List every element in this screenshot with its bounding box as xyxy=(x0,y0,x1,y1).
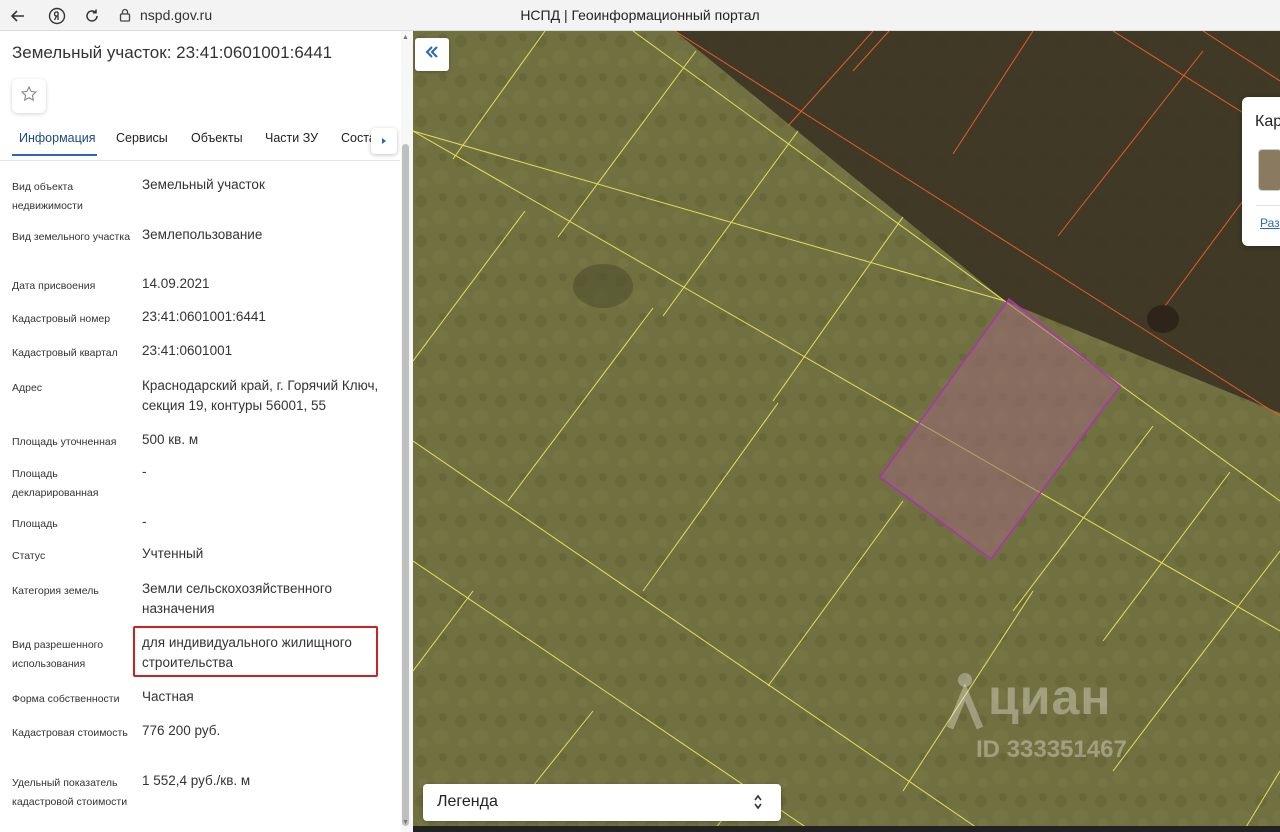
row-value: Краснодарский край, г. Горячий Ключ, сек… xyxy=(142,378,379,413)
row-value: для индивидуального жилищного строительс… xyxy=(142,635,352,670)
row-value: 776 200 руб. xyxy=(142,723,221,738)
basemap-thumbnail[interactable] xyxy=(1258,149,1280,191)
row-label: Вид объекта недвижимости xyxy=(12,181,83,212)
double-chevron-left-icon xyxy=(424,45,440,64)
row-value: 14.09.2021 xyxy=(142,276,210,291)
card-link[interactable]: Раз xyxy=(1260,216,1280,230)
tab-bar: Информация Сервисы Объекты Части ЗУ Сост… xyxy=(0,127,400,157)
row-label: Площадь xyxy=(12,518,58,530)
browser-toolbar: nspd.gov.ru НСПД | Геоинформационный пор… xyxy=(0,0,1280,31)
tab-services[interactable]: Сервисы xyxy=(116,131,168,145)
bottom-strip xyxy=(413,826,1280,832)
row-label: Площадь декларированная xyxy=(12,468,99,499)
row-label: Кадастровый номер xyxy=(12,313,111,325)
favorite-button[interactable] xyxy=(12,79,46,113)
row-value: 1 552,4 руб./кв. м xyxy=(142,773,251,788)
row-label: Кадастровый квартал xyxy=(12,347,118,359)
map-view[interactable]: циан ID 333351467 xyxy=(413,31,1280,832)
caret-right-icon xyxy=(380,137,388,145)
card-divider xyxy=(1256,205,1280,206)
page-tab-title: НСПД | Геоинформационный портал xyxy=(520,7,760,23)
tab-objects[interactable]: Объекты xyxy=(191,131,243,145)
scroll-down-arrow-icon[interactable]: ▼ xyxy=(402,819,409,826)
vegetation-blob xyxy=(573,264,633,308)
tab-parts[interactable]: Части ЗУ xyxy=(265,131,318,145)
row-label: Статус xyxy=(12,550,46,562)
row-value: Землепользование xyxy=(142,227,263,242)
row-value: - xyxy=(142,514,147,529)
scroll-up-arrow-icon[interactable]: ▲ xyxy=(402,34,409,41)
row-label: Категория земель xyxy=(12,585,99,597)
row-label: Кадастровая стоимость xyxy=(12,727,128,739)
row-label: Вид земельного участка xyxy=(12,231,131,243)
page-title: Земельный участок: 23:41:0601001:6441 xyxy=(12,43,333,62)
row-value: Земельный участок xyxy=(142,177,265,192)
chevron-up-down-icon xyxy=(753,793,763,816)
info-panel: Земельный участок: 23:41:0601001:6441 Ин… xyxy=(0,31,413,832)
row-label: Адрес xyxy=(12,382,43,394)
row-value: 23:41:0601001 xyxy=(142,343,233,358)
row-value: Земли сельскохозяйственного назначения xyxy=(142,581,333,616)
collapse-panel-button[interactable] xyxy=(415,38,449,71)
row-value: Учтенный xyxy=(142,546,204,561)
legend-dropdown[interactable]: Легенда xyxy=(423,784,781,821)
row-label: Форма собственности xyxy=(12,693,120,705)
card-title: Кар xyxy=(1255,113,1280,130)
active-tab-indicator xyxy=(12,154,97,156)
panel-scrollbar-thumb[interactable] xyxy=(402,144,409,826)
row-value: 23:41:0601001:6441 xyxy=(142,309,266,324)
row-label: Площадь уточненная xyxy=(12,436,117,448)
tab-information[interactable]: Информация xyxy=(19,131,96,145)
star-icon xyxy=(20,85,38,108)
row-value: - xyxy=(142,464,147,479)
row-value: Частная xyxy=(142,689,194,704)
legend-label: Легенда xyxy=(437,793,498,810)
row-label: Удельный показатель кадастровой стоимост… xyxy=(12,777,128,808)
row-label: Дата присвоения xyxy=(12,280,96,292)
row-value: 500 кв. м xyxy=(142,432,199,447)
tabs-divider xyxy=(0,160,400,161)
tabs-scroll-right-button[interactable] xyxy=(371,128,397,154)
tree-blob xyxy=(1147,305,1179,333)
row-label: Вид разрешенного использования xyxy=(12,639,104,670)
map-canvas[interactable] xyxy=(413,31,1280,832)
map-layers-card[interactable]: Кар Раз xyxy=(1242,97,1280,246)
